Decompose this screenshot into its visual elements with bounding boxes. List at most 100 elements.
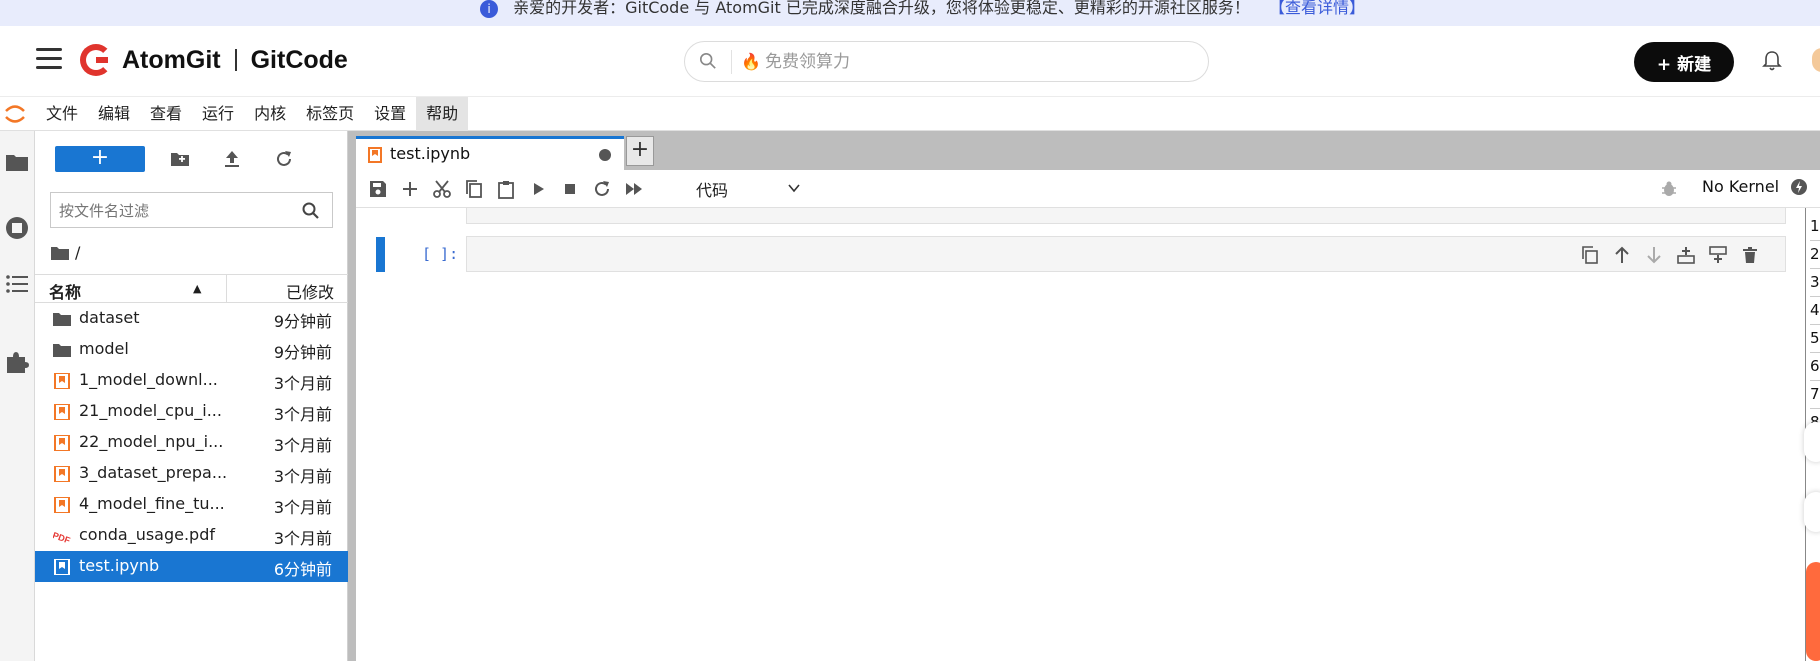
cut-icon[interactable]	[432, 179, 452, 199]
unsaved-dot-icon[interactable]	[599, 149, 611, 161]
copy-icon[interactable]	[464, 179, 484, 199]
new-launcher-button[interactable]: +	[55, 146, 145, 172]
search-input[interactable]	[765, 50, 1185, 74]
column-name[interactable]: 名称	[49, 279, 81, 303]
notebook-icon	[54, 435, 70, 451]
search-divider	[731, 50, 732, 74]
brand-logo[interactable]: AtomGit GitCode	[80, 43, 348, 77]
file-filter-input[interactable]	[59, 200, 289, 222]
add-tab-button[interactable]: +	[626, 136, 654, 166]
search-icon	[699, 52, 716, 69]
file-name: 1_model_downl...	[79, 370, 218, 389]
paste-icon[interactable]	[496, 179, 516, 199]
notebook-toolbar: 代码 No Kernel	[356, 170, 1820, 208]
file-row[interactable]: model 9分钟前	[35, 334, 348, 365]
line-numbers: 1 2 3 4 5 6 7 8	[1810, 213, 1820, 437]
line-number: 3	[1810, 269, 1820, 297]
notebook-icon	[54, 404, 70, 420]
notebook-icon	[368, 147, 382, 163]
file-row[interactable]: PDF conda_usage.pdf 3个月前	[35, 520, 348, 551]
floating-widget[interactable]	[1804, 492, 1820, 532]
file-row[interactable]: 21_model_cpu_i... 3个月前	[35, 396, 348, 427]
file-modified: 3个月前	[273, 467, 332, 486]
line-number: 4	[1810, 297, 1820, 325]
file-modified: 9分钟前	[273, 343, 332, 362]
menu-settings[interactable]: 设置	[364, 97, 416, 131]
new-folder-icon[interactable]	[169, 148, 191, 170]
file-name: test.ipynb	[79, 556, 160, 575]
insert-above-icon[interactable]	[1676, 245, 1696, 265]
top-nav: AtomGit GitCode 🔥 + 新建	[0, 26, 1820, 97]
extensions-puzzle-icon[interactable]	[4, 349, 30, 375]
file-row[interactable]: 4_model_fine_tu... 3个月前	[35, 489, 348, 520]
move-up-icon[interactable]	[1612, 245, 1632, 265]
restart-icon[interactable]	[592, 179, 612, 199]
file-name: 21_model_cpu_i...	[79, 401, 222, 420]
fire-icon: 🔥	[741, 52, 761, 71]
notebook-icon	[54, 559, 70, 575]
brand-gitcode: GitCode	[250, 45, 348, 74]
previous-cell-editor[interactable]	[466, 208, 1786, 224]
save-icon[interactable]	[368, 179, 388, 199]
avatar[interactable]	[1812, 48, 1820, 72]
upload-icon[interactable]	[221, 148, 243, 170]
add-cell-icon[interactable]	[400, 179, 420, 199]
file-row[interactable]: 1_model_downl... 3个月前	[35, 365, 348, 396]
notebook-icon	[54, 373, 70, 389]
code-cell-editor[interactable]	[466, 236, 1786, 272]
tab-title: test.ipynb	[390, 144, 471, 163]
new-button[interactable]: + 新建	[1634, 42, 1734, 82]
svg-text:PDF: PDF	[53, 530, 71, 544]
search-icon	[302, 202, 319, 219]
fast-forward-icon[interactable]	[624, 179, 644, 199]
file-row[interactable]: dataset 9分钟前	[35, 303, 348, 334]
column-divider[interactable]	[226, 275, 227, 303]
file-browser: + / 名称 ▲ 已修改 da	[35, 131, 348, 661]
tab-test-ipynb[interactable]: test.ipynb	[356, 136, 624, 170]
breadcrumb[interactable]: /	[51, 243, 80, 262]
cell-type-select[interactable]: 代码	[696, 177, 806, 201]
file-row[interactable]: 22_model_npu_i... 3个月前	[35, 427, 348, 458]
table-of-contents-icon[interactable]	[4, 271, 30, 297]
debugger-bug-icon[interactable]	[1660, 180, 1678, 198]
hamburger-menu-icon[interactable]	[36, 48, 62, 72]
file-name: 22_model_npu_i...	[79, 432, 224, 451]
global-search[interactable]: 🔥	[684, 41, 1209, 82]
line-number: 5	[1810, 325, 1820, 353]
floating-assistant-button[interactable]	[1806, 562, 1820, 661]
banner-details-link[interactable]: 【查看详情】	[1269, 0, 1365, 17]
kernel-name[interactable]: No Kernel	[1702, 177, 1779, 196]
menu-kernel[interactable]: 内核	[244, 97, 296, 131]
file-browser-icon[interactable]	[4, 149, 30, 175]
duplicate-cell-icon[interactable]	[1580, 245, 1600, 265]
file-row-selected[interactable]: test.ipynb 6分钟前	[35, 551, 348, 582]
menu-help[interactable]: 帮助	[416, 97, 469, 131]
move-down-icon[interactable]	[1644, 245, 1664, 265]
menu-file[interactable]: 文件	[36, 97, 88, 131]
menu-edit[interactable]: 编辑	[88, 97, 140, 131]
insert-below-icon[interactable]	[1708, 245, 1728, 265]
file-row[interactable]: 3_dataset_prepa... 3个月前	[35, 458, 348, 489]
file-modified: 3个月前	[273, 405, 332, 424]
stop-icon[interactable]	[560, 179, 580, 199]
menu-view[interactable]: 查看	[140, 97, 192, 131]
refresh-icon[interactable]	[273, 148, 295, 170]
file-modified: 3个月前	[273, 529, 332, 548]
notebook-icon	[54, 497, 70, 513]
delete-cell-icon[interactable]	[1740, 245, 1760, 265]
column-modified[interactable]: 已修改	[286, 279, 334, 303]
panel-splitter[interactable]	[348, 131, 356, 661]
breadcrumb-root[interactable]: /	[75, 243, 80, 262]
file-modified: 6分钟前	[273, 560, 332, 579]
bell-icon[interactable]	[1762, 50, 1782, 72]
notebook-icon	[54, 466, 70, 482]
menu-tabs[interactable]: 标签页	[296, 97, 364, 131]
running-sessions-icon[interactable]	[4, 215, 30, 241]
floating-widget[interactable]	[1804, 422, 1820, 462]
run-icon[interactable]	[528, 179, 548, 199]
file-modified: 3个月前	[273, 498, 332, 517]
menu-run[interactable]: 运行	[192, 97, 244, 131]
brand-separator	[234, 49, 237, 71]
sort-ascending-icon: ▲	[193, 282, 202, 295]
file-filter[interactable]	[50, 192, 333, 228]
